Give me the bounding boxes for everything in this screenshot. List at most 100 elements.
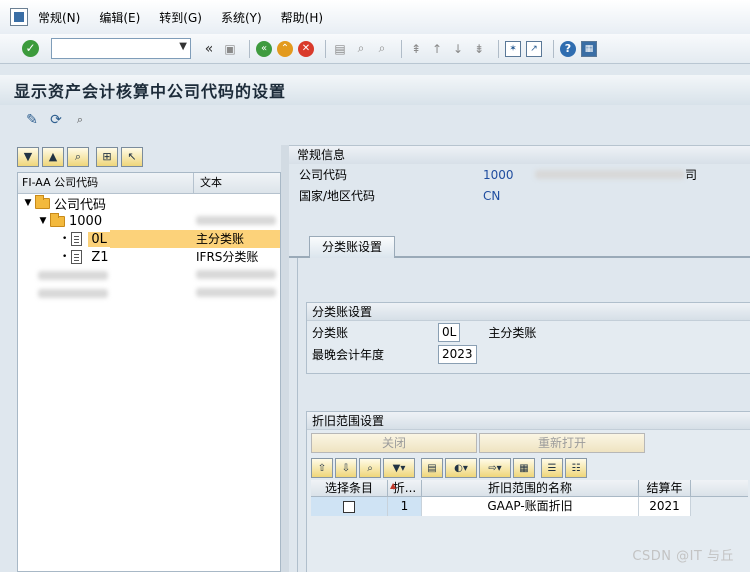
column-header-area[interactable]: ▲ 折... — [388, 480, 422, 496]
close-button[interactable]: 关闭 — [311, 433, 477, 453]
new-session-icon[interactable]: ✶ — [505, 40, 521, 57]
views-icon[interactable]: ◐▾ — [445, 458, 477, 478]
tree-structure-icon[interactable]: ⊞ — [96, 146, 118, 167]
print-icon[interactable]: ▤ — [332, 41, 348, 57]
table-row[interactable]: 1 GAAP-账面折旧 2021 — [311, 497, 748, 516]
tree-header-company-code[interactable]: FI-AA 公司代码 — [18, 173, 194, 193]
reopen-button[interactable]: 重新打开 — [479, 433, 645, 453]
ledger-field[interactable]: 0L — [438, 322, 461, 342]
table-header: 选择条目 ▲ 折... 折旧范围的名称 结算年 — [311, 480, 748, 497]
chevron-down-icon[interactable]: ▼ — [179, 41, 187, 52]
depreciation-buttons: 关闭 重新打开 — [307, 430, 750, 456]
first-page-icon[interactable]: ⇞ — [408, 41, 424, 57]
alv-toolbar: ⇧ ⇩ ⌕ ▼▾ ▤ ◐▾ ⇨▾ ▦ ☰ ☷ — [307, 456, 750, 480]
ledger-settings-group: 分类账设置 分类账 0L 主分类账 最晚会计年度 2023 — [306, 302, 750, 374]
menu-bar: 常规(N) 编辑(E) 转到(G) 系统(Y) 帮助(H) — [0, 0, 750, 34]
select-checkbox[interactable] — [343, 500, 355, 513]
refresh-icon[interactable]: ⟳ — [48, 112, 64, 128]
standard-toolbar: ✓ ▼ « ▣ « ⌃ ✕ ▤ ⌕ ⌕ ⇞ ↑ ↓ ⇟ ✶ ↗ ? ▦ — [0, 34, 750, 64]
ledger-settings-header: 分类账设置 — [307, 303, 750, 321]
folder-open-icon — [50, 212, 65, 227]
ledger-row: 分类账 0L 主分类账 — [307, 321, 750, 343]
select-layout-icon[interactable]: ☰ — [541, 458, 563, 478]
tree-company-name-redacted — [194, 212, 276, 230]
save-icon[interactable]: ▣ — [222, 41, 238, 57]
tree-row-root[interactable]: ▼ 公司代码 — [18, 194, 280, 213]
toolbar-separator — [249, 39, 250, 58]
tree-ledger-text: 主分类账 — [194, 230, 280, 248]
command-field[interactable]: ▼ — [51, 38, 191, 59]
menu-help[interactable]: 帮助(H) — [281, 9, 323, 26]
find-next-icon[interactable]: ⌕ — [374, 41, 390, 57]
toolbar-separator — [553, 39, 554, 58]
tree-row-redacted[interactable] — [18, 284, 280, 302]
collapse-all-icon[interactable]: ▲ — [42, 146, 64, 167]
sort-descending-icon[interactable]: ⇩ — [335, 458, 357, 478]
find-icon[interactable]: ⌕ — [353, 41, 369, 57]
menu-system[interactable]: 系统(Y) — [221, 9, 262, 26]
select-cell[interactable] — [311, 497, 388, 516]
select-node-icon[interactable]: ↖ — [121, 146, 143, 167]
filter-icon[interactable]: ▼▾ — [383, 458, 415, 478]
column-header-year[interactable]: 结算年 — [639, 480, 691, 496]
watermark: CSDN @IT 与丘 — [632, 549, 734, 564]
expand-triangle-icon[interactable]: ▼ — [38, 216, 48, 226]
page-title: 显示资产会计核算中公司代码的设置 — [14, 82, 287, 101]
cancel-icon[interactable]: ✕ — [298, 40, 314, 57]
expand-all-icon[interactable]: ▼ — [17, 146, 39, 167]
history-back-icon[interactable]: « — [201, 41, 217, 57]
find-icon[interactable]: ⌕ — [67, 146, 89, 167]
name-cell: GAAP-账面折旧 — [422, 497, 639, 516]
edit-pencil-icon[interactable]: ✎ — [24, 112, 40, 128]
customize-layout-icon[interactable]: ▦ — [581, 40, 597, 57]
tree-header-text[interactable]: 文本 — [194, 173, 222, 193]
print-icon[interactable]: ▤ — [421, 458, 443, 478]
navigation-tree-panel: ▼ ▲ ⌕ ⊞ ↖ FI-AA 公司代码 文本 ▼ 公司代码 ▼ 1000 • … — [17, 145, 281, 572]
next-page-icon[interactable]: ↓ — [450, 41, 466, 57]
toolbar-separator — [498, 39, 499, 58]
display-glasses-icon[interactable]: ⌕ — [72, 112, 88, 128]
splitter[interactable] — [281, 145, 289, 572]
country-label: 国家/地区代码 — [299, 189, 376, 203]
change-layout-icon[interactable]: ☷ — [565, 458, 587, 478]
bullet-icon: • — [62, 234, 68, 244]
general-info-header: 常规信息 — [289, 145, 750, 164]
ledger-text: 主分类账 — [488, 325, 537, 340]
menu-edit[interactable]: 编辑(E) — [99, 9, 140, 26]
title-bar: 显示资产会计核算中公司代码的设置 — [0, 75, 750, 105]
fiscal-year-field[interactable]: 2023 — [438, 344, 477, 364]
company-code-label: 公司代码 — [299, 168, 348, 182]
tree-ledger-code: Z1 — [91, 249, 109, 265]
back-icon[interactable]: « — [256, 40, 272, 57]
tree-row-company[interactable]: ▼ 1000 — [18, 212, 280, 230]
sap-system-icon[interactable] — [10, 8, 28, 26]
application-toolbar: ✎ ⟳ ⌕ — [0, 106, 750, 134]
help-icon[interactable]: ? — [560, 40, 576, 57]
menu-goto[interactable]: 转到(G) — [159, 9, 202, 26]
last-page-icon[interactable]: ⇟ — [471, 41, 487, 57]
year-cell: 2021 — [639, 497, 691, 516]
country-row: 国家/地区代码 CN — [289, 185, 750, 206]
enter-check-icon[interactable]: ✓ — [22, 40, 39, 57]
menu-general[interactable]: 常规(N) — [38, 9, 80, 26]
tree-row-ledger[interactable]: • 0L 主分类账 — [18, 230, 280, 248]
tab-strip: 分类账设置 — [289, 236, 750, 258]
previous-page-icon[interactable]: ↑ — [429, 41, 445, 57]
tree-row-ledger[interactable]: • Z1 IFRS分类账 — [18, 248, 280, 266]
sort-ascending-icon[interactable]: ⇧ — [311, 458, 333, 478]
exit-icon[interactable]: ⌃ — [277, 40, 293, 57]
column-header-select[interactable]: 选择条目 — [311, 480, 388, 496]
column-header-name[interactable]: 折旧范围的名称 — [422, 480, 639, 496]
expand-triangle-icon[interactable]: ▼ — [23, 198, 33, 208]
depreciation-area-table: 选择条目 ▲ 折... 折旧范围的名称 结算年 1 GAAP-账面折旧 2021 — [311, 480, 748, 516]
find-icon[interactable]: ⌕ — [359, 458, 381, 478]
tree-root-label: 公司代码 — [54, 197, 107, 213]
create-shortcut-icon[interactable]: ↗ — [526, 40, 542, 57]
company-code-value: 1000 — [483, 167, 514, 182]
tree-view: FI-AA 公司代码 文本 ▼ 公司代码 ▼ 1000 • 0L 主分类账 • … — [17, 172, 281, 572]
fiscal-year-label: 最晚会计年度 — [312, 347, 385, 362]
tab-ledger-settings[interactable]: 分类账设置 — [309, 236, 395, 258]
export-icon[interactable]: ⇨▾ — [479, 458, 511, 478]
tree-row-redacted[interactable] — [18, 266, 280, 284]
layout-grid-icon[interactable]: ▦ — [513, 458, 535, 478]
